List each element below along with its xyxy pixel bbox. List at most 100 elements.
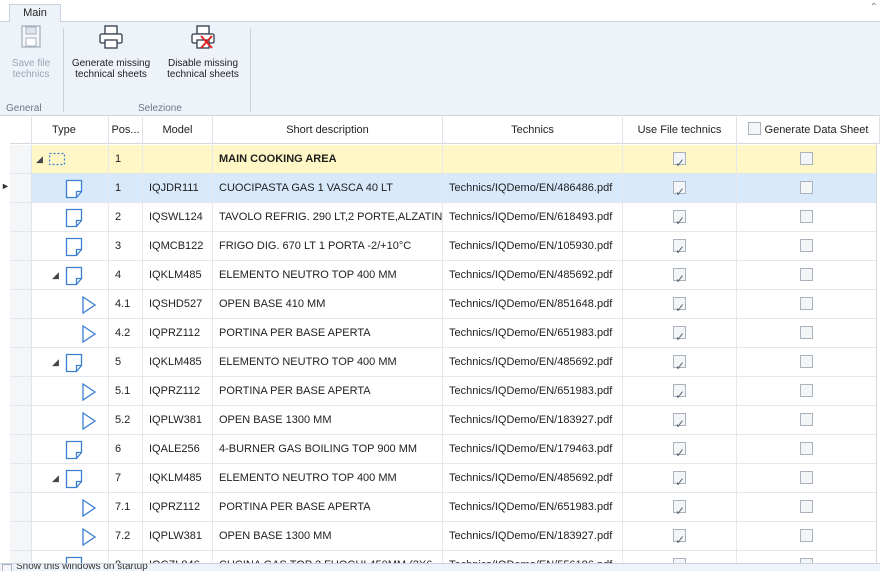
use-file-technics-checkbox[interactable] bbox=[673, 439, 686, 463]
generate-missing-sheets-button[interactable]: Generate missing technical sheets bbox=[66, 24, 156, 80]
generate-data-sheet-checkbox[interactable] bbox=[800, 529, 813, 542]
ribbon-collapse-icon[interactable]: ⌃ bbox=[870, 2, 878, 13]
table-row[interactable]: 3 IQMCB122 FRIGO DIG. 670 LT 1 PORTA -2/+1… bbox=[10, 232, 880, 261]
use-file-technics-checkbox[interactable] bbox=[673, 323, 686, 347]
row-selector[interactable] bbox=[10, 377, 32, 405]
use-file-technics-checkbox[interactable] bbox=[673, 149, 686, 173]
generate-data-sheet-checkbox[interactable] bbox=[800, 471, 813, 484]
row-selector[interactable] bbox=[10, 203, 32, 231]
generate-data-sheet-checkbox[interactable] bbox=[800, 500, 813, 513]
generate-data-sheet-checkbox[interactable] bbox=[800, 239, 813, 252]
row-selector[interactable] bbox=[10, 522, 32, 550]
row-selector[interactable] bbox=[10, 493, 32, 521]
model-cell: IQKLM485 bbox=[143, 261, 213, 289]
type-cell bbox=[32, 174, 109, 202]
tab-main[interactable]: Main bbox=[9, 4, 61, 23]
ribbon-tabstrip: Main ⌃ bbox=[0, 0, 880, 23]
current-row-arrow-icon: ► bbox=[1, 181, 10, 191]
table-row[interactable]: 2 IQSWL124 TAVOLO REFRIG. 290 LT,2 PORTE,A… bbox=[10, 203, 880, 232]
generate-data-sheet-checkbox[interactable] bbox=[800, 268, 813, 281]
row-selector[interactable] bbox=[10, 464, 32, 492]
pos-cell: 3 bbox=[109, 232, 143, 260]
table-row[interactable]: ◢ 4 IQKLM485 ELEMENTO NEUTRO TOP 400 MM Tech… bbox=[10, 261, 880, 290]
use-file-technics-checkbox[interactable] bbox=[673, 352, 686, 376]
technics-cell: Technics/IQDemo/EN/486486.pdf bbox=[443, 174, 623, 202]
use-file-cell bbox=[623, 406, 737, 434]
row-selector[interactable] bbox=[10, 319, 32, 347]
model-cell: IQSWL124 bbox=[143, 203, 213, 231]
group-row[interactable]: ◢ 1 MAIN COOKING AREA bbox=[10, 145, 880, 174]
generate-all-checkbox[interactable] bbox=[747, 122, 761, 135]
use-file-technics-checkbox[interactable] bbox=[673, 526, 686, 550]
generate-cell bbox=[737, 493, 880, 521]
pos-cell: 4.2 bbox=[109, 319, 143, 347]
ribbon-group-general-label: General bbox=[6, 103, 42, 114]
disable-missing-sheets-button[interactable]: Disable missing technical sheets bbox=[158, 24, 248, 80]
use-file-technics-checkbox[interactable] bbox=[673, 265, 686, 289]
model-cell: IQMCB122 bbox=[143, 232, 213, 260]
use-file-technics-checkbox[interactable] bbox=[673, 207, 686, 231]
use-file-technics-checkbox[interactable] bbox=[673, 468, 686, 492]
generate-data-sheet-checkbox[interactable] bbox=[800, 297, 813, 310]
use-file-cell bbox=[623, 174, 737, 202]
use-file-technics-checkbox[interactable] bbox=[673, 410, 686, 434]
table-row[interactable]: 5.2 IQPLW381 OPEN BASE 1300 MM Technics/IQD… bbox=[10, 406, 880, 435]
use-file-technics-checkbox[interactable] bbox=[673, 381, 686, 405]
vertical-scrollbar[interactable] bbox=[876, 144, 880, 564]
collapse-icon[interactable]: ◢ bbox=[52, 261, 59, 289]
header-type[interactable]: Type bbox=[32, 117, 109, 144]
collapse-icon[interactable]: ◢ bbox=[36, 145, 43, 173]
type-cell bbox=[32, 522, 109, 550]
generate-data-sheet-checkbox[interactable] bbox=[800, 326, 813, 339]
use-file-technics-checkbox[interactable] bbox=[673, 294, 686, 318]
show-on-startup-checkbox[interactable] bbox=[2, 564, 12, 571]
table-row[interactable]: 4.1 IQSHD527 OPEN BASE 410 MM Technics/IQDe… bbox=[10, 290, 880, 319]
row-selector[interactable] bbox=[10, 174, 32, 202]
row-selector[interactable] bbox=[10, 348, 32, 376]
header-generate-data-sheet[interactable]: Generate Data Sheet bbox=[737, 117, 880, 144]
header-short-description[interactable]: Short description bbox=[213, 117, 443, 144]
table-row[interactable]: ◢ 7 IQKLM485 ELEMENTO NEUTRO TOP 400 MM Tech… bbox=[10, 464, 880, 493]
table-row[interactable]: 4.2 IQPRZ112 PORTINA PER BASE APERTA Techni… bbox=[10, 319, 880, 348]
model-cell: IQJDR111 bbox=[143, 174, 213, 202]
generate-data-sheet-checkbox[interactable] bbox=[800, 384, 813, 397]
type-cell bbox=[32, 290, 109, 318]
table-row[interactable]: 7.2 IQPLW381 OPEN BASE 1300 MM Technics/IQD… bbox=[10, 522, 880, 551]
header-model[interactable]: Model bbox=[143, 117, 213, 144]
header-use-file-technics[interactable]: Use File technics bbox=[623, 117, 737, 144]
generate-data-sheet-checkbox[interactable] bbox=[800, 413, 813, 426]
table-row[interactable]: 7.1 IQPRZ112 PORTINA PER BASE APERTA Techni… bbox=[10, 493, 880, 522]
generate-cell bbox=[737, 174, 880, 202]
use-file-cell bbox=[623, 145, 737, 173]
table-row[interactable]: 5.1 IQPRZ112 PORTINA PER BASE APERTA Techni… bbox=[10, 377, 880, 406]
generate-data-sheet-checkbox[interactable] bbox=[800, 181, 813, 194]
table-row[interactable]: 1 IQJDR111 CUOCIPASTA GAS 1 VASCA 40 LT Tec… bbox=[10, 174, 880, 203]
row-selector[interactable] bbox=[10, 290, 32, 318]
generate-data-sheet-checkbox[interactable] bbox=[800, 210, 813, 223]
row-selector[interactable] bbox=[10, 232, 32, 260]
collapse-icon[interactable]: ◢ bbox=[52, 464, 59, 492]
header-technics[interactable]: Technics bbox=[443, 117, 623, 144]
use-file-technics-checkbox[interactable] bbox=[673, 178, 686, 202]
type-cell bbox=[32, 203, 109, 231]
startup-bar: Show this windows on startup bbox=[0, 563, 880, 571]
table-row[interactable]: 6 IQALE256 4-BURNER GAS BOILING TOP 900 MM… bbox=[10, 435, 880, 464]
generate-data-sheet-checkbox[interactable] bbox=[800, 442, 813, 455]
row-selector[interactable] bbox=[10, 406, 32, 434]
show-on-startup-label: Show this windows on startup bbox=[16, 563, 148, 571]
save-file-technics-button[interactable]: Save file technics bbox=[2, 24, 60, 80]
generate-data-sheet-checkbox[interactable] bbox=[800, 152, 813, 165]
row-selector[interactable] bbox=[10, 261, 32, 289]
use-file-technics-checkbox[interactable] bbox=[673, 236, 686, 260]
row-selector[interactable] bbox=[10, 435, 32, 463]
use-file-technics-checkbox[interactable] bbox=[673, 497, 686, 521]
table-row[interactable]: ◢ 5 IQKLM485 ELEMENTO NEUTRO TOP 400 MM Tech… bbox=[10, 348, 880, 377]
row-selector[interactable] bbox=[10, 145, 32, 173]
header-pos[interactable]: Pos... bbox=[109, 117, 143, 144]
description-cell: ELEMENTO NEUTRO TOP 400 MM bbox=[213, 464, 443, 492]
generate-data-sheet-checkbox[interactable] bbox=[800, 355, 813, 368]
collapse-icon[interactable]: ◢ bbox=[52, 348, 59, 376]
save-icon bbox=[2, 24, 60, 53]
generate-cell bbox=[737, 203, 880, 231]
generate-cell bbox=[737, 464, 880, 492]
